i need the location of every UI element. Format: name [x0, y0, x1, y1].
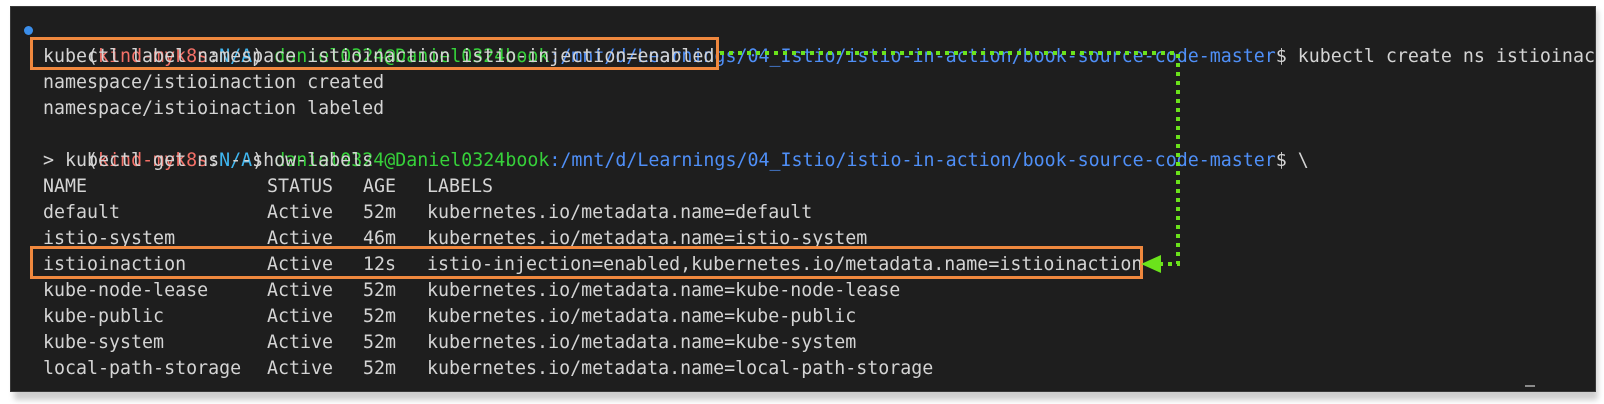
- table-row: kube-public Active 52m kubernetes.io/met…: [43, 304, 856, 330]
- output-ns-created: namespace/istioinaction created: [43, 72, 385, 93]
- ns-status: Active: [267, 306, 334, 327]
- header-name: NAME: [43, 176, 88, 197]
- terminal-cursor: [1525, 385, 1535, 387]
- ns-age: 52m: [363, 358, 397, 379]
- header-status: STATUS: [267, 176, 334, 197]
- ns-age: 52m: [363, 280, 397, 301]
- table-row: default Active 52m kubernetes.io/metadat…: [43, 200, 812, 226]
- ns-labels: kubernetes.io/metadata.name=default: [427, 202, 813, 223]
- output-ns-labeled: namespace/istioinaction labeled: [43, 98, 385, 119]
- ns-age: 52m: [363, 202, 397, 223]
- ns-status: Active: [267, 202, 334, 223]
- highlight-box-istioinaction-row: [30, 246, 1143, 279]
- highlight-box-label-command: [30, 37, 719, 70]
- terminal-status-dot-icon: [24, 26, 33, 35]
- ns-name: kube-system: [43, 332, 165, 353]
- prompt-path: :/mnt/d/Learnings/04_Istio/istio-in-acti…: [549, 150, 1276, 171]
- terminal-window[interactable]: (kind-myk8s:N/A) daniel0324@Daniel0324bo…: [10, 6, 1596, 392]
- ns-labels: kubernetes.io/metadata.name=kube-public: [427, 306, 857, 327]
- ns-age: 52m: [363, 332, 397, 353]
- ns-status: Active: [267, 358, 334, 379]
- ns-labels: kubernetes.io/metadata.name=local-path-s…: [427, 358, 934, 379]
- table-row: kube-node-lease Active 52m kubernetes.io…: [43, 278, 900, 304]
- ns-status: Active: [267, 332, 334, 353]
- table-row: kube-system Active 52m kubernetes.io/met…: [43, 330, 856, 356]
- table-header-row: NAME STATUS AGE LABELS: [43, 174, 493, 200]
- ns-status: Active: [267, 280, 334, 301]
- command-get-ns: > kubectl get ns --show-labels: [43, 150, 374, 171]
- ns-name: kube-node-lease: [43, 280, 209, 301]
- ns-labels: kubernetes.io/metadata.name=kube-node-le…: [427, 280, 901, 301]
- ns-name: default: [43, 202, 121, 223]
- ns-age: 52m: [363, 306, 397, 327]
- command-continuation: \: [1286, 150, 1309, 171]
- command-create-ns: kubectl create ns istioinaction: [1297, 46, 1595, 67]
- header-labels: LABELS: [427, 176, 494, 197]
- prompt-line-2: (kind-myk8s:N/A) daniel0324@Daniel0324bo…: [43, 122, 1309, 171]
- prompt-dollar: $: [1275, 150, 1287, 171]
- table-row: local-path-storage Active 52m kubernetes…: [43, 356, 933, 382]
- arrow-head-icon: [1141, 255, 1161, 273]
- header-age: AGE: [363, 176, 397, 197]
- ns-name: local-path-storage: [43, 358, 242, 379]
- prompt-dollar: $: [1275, 46, 1287, 67]
- ns-labels: kubernetes.io/metadata.name=kube-system: [427, 332, 857, 353]
- ns-name: kube-public: [43, 306, 165, 327]
